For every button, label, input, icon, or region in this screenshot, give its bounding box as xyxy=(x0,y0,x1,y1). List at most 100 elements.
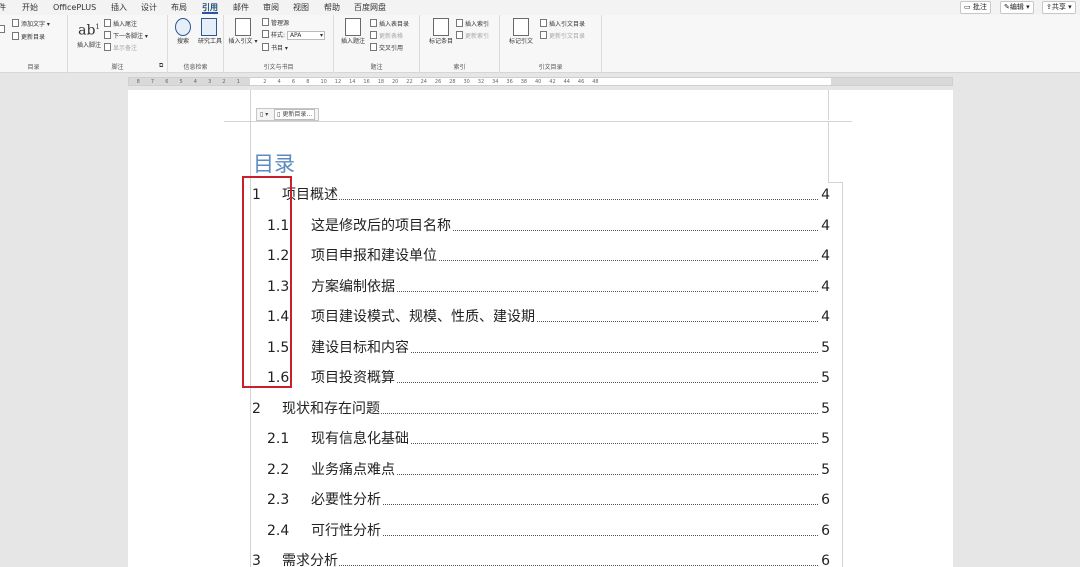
toc-entry-number: 2.3 xyxy=(267,492,290,508)
search-icon xyxy=(175,18,191,36)
update-index-button[interactable]: 更新索引 xyxy=(456,31,489,41)
tab-file[interactable]: 件 xyxy=(0,2,6,14)
ruler-tick: 40 xyxy=(535,79,542,85)
toc-entry-page: 6 xyxy=(821,553,830,567)
research-group-label: 信息检索 xyxy=(183,64,208,71)
toc-entry[interactable]: 2.1 现有信息化基础 5 xyxy=(252,430,830,448)
toc-entry-page: 6 xyxy=(821,492,830,508)
toc-menu-button[interactable]: ▯ ▾ xyxy=(260,111,268,118)
ruler-tick: 2 xyxy=(263,79,267,85)
tab-home[interactable]: 开始 xyxy=(22,2,38,14)
toc-entry-title: 方案编制依据 xyxy=(311,277,396,296)
margin-marker-corner xyxy=(828,182,842,183)
toc-entry[interactable]: 2.2 业务痛点难点 5 xyxy=(252,460,830,479)
toc-entry-title: 项目申报和建设单位 xyxy=(311,247,438,265)
ruler-tick: 5 xyxy=(179,79,183,85)
update-toc-field-button[interactable]: ▯ 更新目录... xyxy=(274,109,316,120)
citation-style-select[interactable]: 样式: APA ▾ xyxy=(262,30,325,40)
insert-table-of-figures-button[interactable]: 插入表目录 xyxy=(370,19,409,29)
tab-mailings[interactable]: 邮件 xyxy=(233,2,249,14)
comment-button[interactable]: ▭ 批注 xyxy=(960,1,991,14)
toc-entry-title: 业务痛点难点 xyxy=(311,460,396,479)
toc-entry[interactable]: 1.2 项目申报和建设单位 4 xyxy=(252,247,830,265)
tab-insert[interactable]: 插入 xyxy=(111,2,127,14)
research-tools-icon xyxy=(201,18,217,36)
ruler-tick: 38 xyxy=(520,79,528,85)
toc-entry[interactable]: 1.6 项目投资概算 5 xyxy=(252,369,830,387)
update-authorities-button[interactable]: 更新引文目录 xyxy=(540,31,585,41)
tab-references[interactable]: 引用 xyxy=(202,2,218,14)
next-footnote-button[interactable]: 下一条脚注 ▾ xyxy=(104,31,148,41)
insert-authorities-button[interactable]: 插入引文目录 xyxy=(540,19,585,29)
refresh-icon xyxy=(12,32,19,40)
add-text-icon xyxy=(12,19,19,27)
ruler-tick: 4 xyxy=(277,79,281,85)
insert-footnote-button[interactable]: ab1 插入脚注 xyxy=(72,18,106,50)
ruler-left-margin xyxy=(129,78,250,85)
margin-marker-top xyxy=(828,90,829,120)
update-index-icon xyxy=(456,31,463,39)
ruler-tick: 2 xyxy=(222,79,226,85)
document-icon: ▯ xyxy=(260,111,264,118)
edit-button[interactable]: ✎编辑 ▾ xyxy=(1000,1,1034,14)
tab-baidu-netdisk[interactable]: 百度网盘 xyxy=(354,2,386,14)
toc-entry[interactable]: 3 需求分析 6 xyxy=(252,552,830,567)
share-button[interactable]: ⇪共享 ▾ xyxy=(1042,1,1076,14)
horizontal-ruler[interactable]: 8 7 6 5 4 3 2 1 2 4 6 8 10 12 14 16 18 20 22 24 26 28 30 32 34 36… xyxy=(128,77,953,86)
tab-help[interactable]: 帮助 xyxy=(324,2,340,14)
toc-entry[interactable]: 1.5 建设目标和内容 5 xyxy=(252,338,830,357)
add-text-button[interactable]: 添加文字 ▾ xyxy=(12,19,50,29)
toc-entry[interactable]: 1.3 方案编制依据 4 xyxy=(252,277,830,296)
manage-sources-button[interactable]: 管理源 xyxy=(262,18,289,28)
toc-field-right-border xyxy=(842,182,843,567)
ruler-tick: 14 xyxy=(349,79,356,85)
insert-index-button[interactable]: 插入索引 xyxy=(456,19,489,29)
citation-group-label: 引文与书目 xyxy=(263,64,294,71)
toc-entry-leader xyxy=(282,565,818,566)
ruler-tick: 44 xyxy=(563,79,570,85)
toc-entry-number: 3 xyxy=(252,553,261,567)
toc-entry-number: 2.2 xyxy=(267,461,290,478)
tab-layout[interactable]: 布局 xyxy=(171,2,187,14)
show-notes-button[interactable]: 显示备注 xyxy=(104,43,137,53)
insert-authorities-icon xyxy=(540,19,547,27)
toc-entry-leader xyxy=(282,199,818,200)
tab-officeplus[interactable]: OfficePLUS xyxy=(53,2,96,14)
authorities-group: 标记引文 插入引文目录 更新引文目录 引文目录 xyxy=(500,15,602,73)
insert-caption-button[interactable]: 插入题注 xyxy=(338,18,368,46)
toc-entry[interactable]: 1 项目概述 4 xyxy=(252,186,830,204)
toc-entry-title: 这是修改后的项目名称 xyxy=(311,216,452,235)
mark-citation-button[interactable]: 标记引文 xyxy=(506,18,536,46)
chevron-down-icon: ▾ xyxy=(1023,3,1030,11)
tab-design[interactable]: 设计 xyxy=(141,2,157,14)
toc-button[interactable] xyxy=(0,25,7,35)
toc-entry-title: 项目建设模式、规模、性质、建设期 xyxy=(311,308,536,326)
toc-entry[interactable]: 2 现状和存在问题 5 xyxy=(252,399,830,418)
style-icon xyxy=(262,30,269,38)
tab-view[interactable]: 视图 xyxy=(293,2,309,14)
document-page[interactable]: ▯ ▾ ▯ 更新目录... 目录 1 项目概述 4 1.1 这是修改后的项目名称 4 1.2… xyxy=(128,90,953,567)
insert-citation-button[interactable]: 插入引文 ▾ xyxy=(228,18,258,46)
bibliography-button[interactable]: 书目 ▾ xyxy=(262,43,288,53)
toc-entry[interactable]: 2.4 可行性分析 6 xyxy=(252,521,830,540)
toc-entry[interactable]: 2.3 必要性分析 6 xyxy=(252,491,830,509)
ruler-tick: 34 xyxy=(492,79,499,85)
toc-entry[interactable]: 1.1 这是修改后的项目名称 4 xyxy=(252,216,830,235)
insert-endnote-button[interactable]: 插入尾注 xyxy=(104,19,137,29)
ruler-tick: 36 xyxy=(506,79,513,85)
cross-reference-button[interactable]: 交叉引用 xyxy=(370,43,403,53)
toc-entry[interactable]: 1.4 项目建设模式、规模、性质、建设期 4 xyxy=(252,308,830,326)
update-toc-button[interactable]: 更新目录 xyxy=(12,32,45,42)
toc-entry-page: 4 xyxy=(821,217,830,234)
mark-entry-button[interactable]: 标记条目 xyxy=(428,18,454,46)
tab-review[interactable]: 审阅 xyxy=(263,2,279,14)
update-table-button[interactable]: 更新表格 xyxy=(370,31,403,41)
toc-entry-title: 可行性分析 xyxy=(311,521,382,540)
ruler-tick: 8 xyxy=(136,79,140,85)
document-icon: ▯ xyxy=(277,111,281,118)
ruler-tick: 30 xyxy=(463,79,470,85)
caption-group: 插入题注 插入表目录 更新表格 交叉引用 题注 xyxy=(334,15,420,73)
search-button[interactable]: 搜索 xyxy=(173,18,193,46)
toc-group-label: 目录 xyxy=(27,64,40,71)
research-tools-button[interactable]: 研究工具 xyxy=(198,18,222,46)
